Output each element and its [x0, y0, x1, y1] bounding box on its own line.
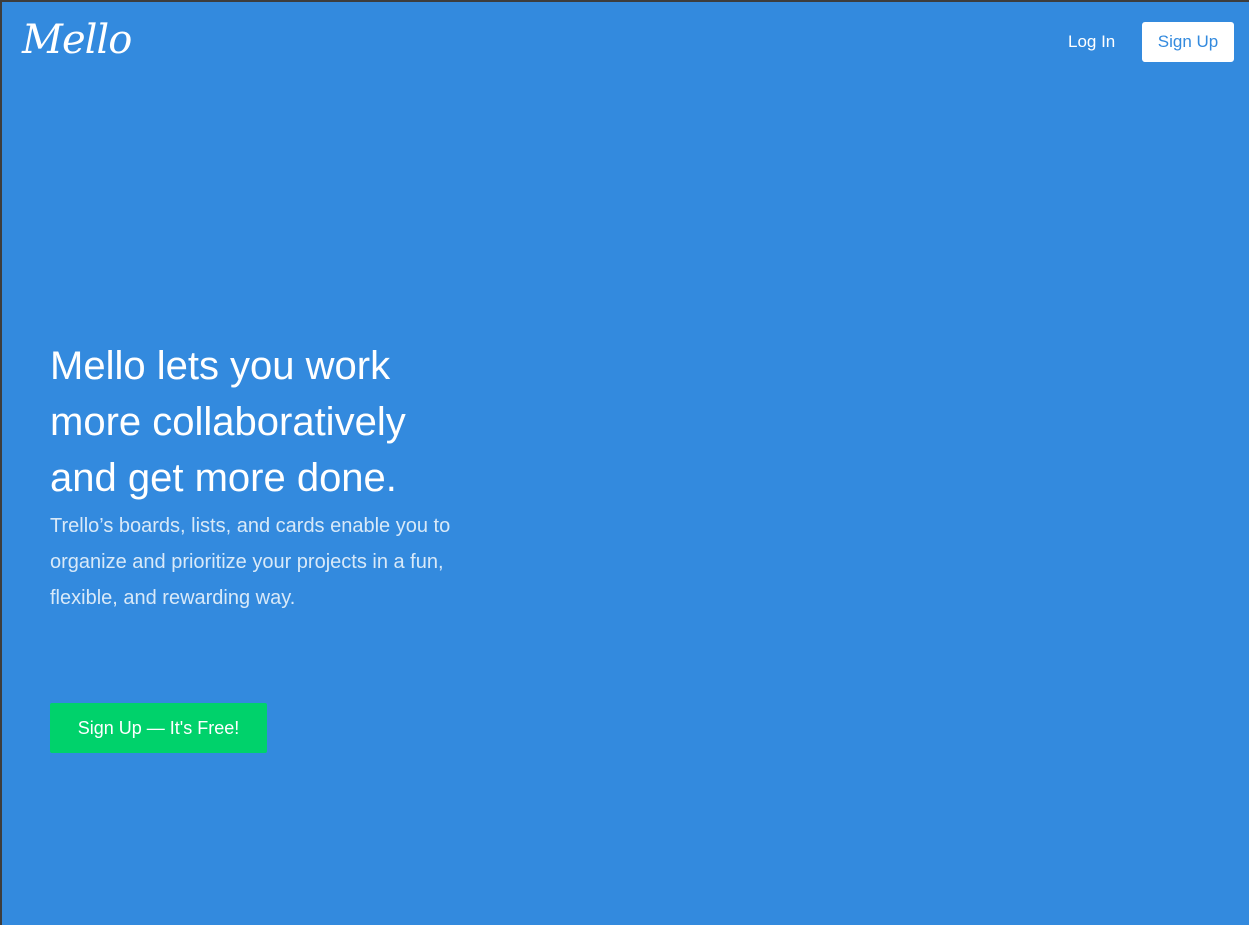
signup-nav-button[interactable]: Sign Up [1142, 22, 1234, 62]
hero-title: Mello lets you work more collaboratively… [50, 344, 406, 500]
mello-logo[interactable]: Mello [22, 14, 132, 66]
login-link[interactable]: Log In [1068, 32, 1115, 52]
signup-free-button[interactable]: Sign Up — It's Free! [50, 703, 267, 753]
hero-subtitle: Trello’s boards, lists, and cards enable… [50, 515, 451, 609]
landing-page: Mello Log In Sign Up Mello lets you work… [2, 2, 1249, 925]
hero-section: Mello lets you work more collaboratively… [50, 338, 470, 616]
